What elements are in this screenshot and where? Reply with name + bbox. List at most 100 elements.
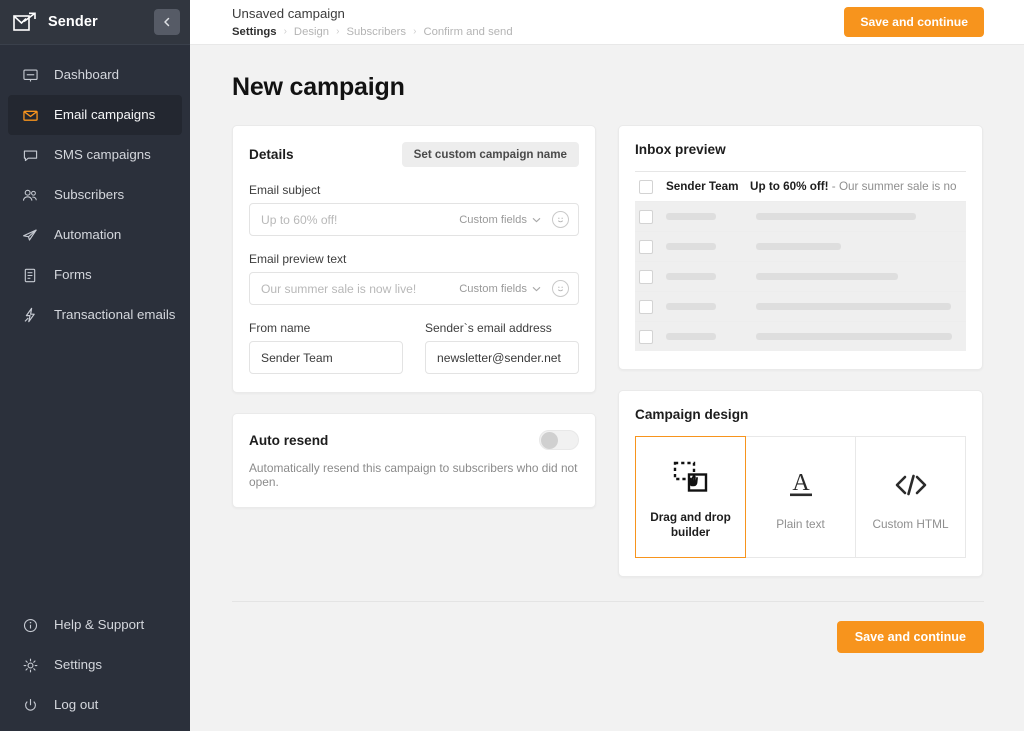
from-name-value: Sender Team bbox=[261, 351, 393, 365]
sender-email-address-input[interactable]: newsletter@sender.net bbox=[425, 341, 579, 374]
sidebar-item-sms-campaigns[interactable]: SMS campaigns bbox=[8, 135, 182, 175]
breadcrumb: Settings › Design › Subscribers › Confir… bbox=[232, 26, 513, 38]
chevron-left-icon bbox=[161, 16, 173, 28]
subject-custom-fields-dropdown[interactable]: Custom fields bbox=[459, 214, 541, 226]
sidebar-item-subscribers[interactable]: Subscribers bbox=[8, 175, 182, 215]
sender-email-address-value: newsletter@sender.net bbox=[437, 351, 569, 365]
skeleton-subject-bar bbox=[756, 303, 951, 310]
skeleton-subject-bar bbox=[756, 213, 916, 220]
right-column: Inbox preview Sender Team Up to 60% off!… bbox=[618, 125, 983, 577]
lightning-icon bbox=[20, 307, 40, 323]
save-and-continue-button-bottom[interactable]: Save and continue bbox=[837, 621, 984, 653]
power-icon bbox=[20, 698, 40, 713]
envelope-icon bbox=[20, 108, 40, 123]
design-option-label: Plain text bbox=[776, 517, 825, 532]
drag-drop-icon bbox=[672, 455, 710, 501]
campaign-design-options: Drag and drop builder A Plain text bbox=[635, 436, 966, 558]
breadcrumb-separator-icon: › bbox=[413, 26, 416, 37]
users-icon bbox=[20, 188, 40, 203]
sidebar-footer-nav: Help & Support Settings bbox=[0, 605, 190, 731]
email-subject-input[interactable]: Up to 60% off! Custom fields bbox=[249, 203, 579, 236]
details-card-header: Details Set custom campaign name bbox=[249, 142, 579, 167]
sidebar-item-email-campaigns[interactable]: Email campaigns bbox=[8, 95, 182, 135]
save-and-continue-button-top[interactable]: Save and continue bbox=[844, 7, 984, 37]
page-title: New campaign bbox=[232, 73, 984, 102]
form-icon bbox=[20, 268, 40, 283]
sidebar-item-log-out[interactable]: Log out bbox=[8, 685, 182, 725]
skeleton-subject-bar bbox=[756, 243, 841, 250]
auto-resend-header: Auto resend bbox=[249, 430, 579, 450]
underlined-a-icon: A bbox=[784, 462, 818, 508]
design-option-custom-html[interactable]: Custom HTML bbox=[856, 436, 966, 558]
auto-resend-title: Auto resend bbox=[249, 433, 328, 448]
breadcrumb-item-subscribers[interactable]: Subscribers bbox=[346, 26, 406, 38]
code-brackets-icon bbox=[892, 462, 930, 508]
auto-resend-card: Auto resend Automatically resend this ca… bbox=[232, 413, 596, 508]
set-custom-campaign-name-button[interactable]: Set custom campaign name bbox=[402, 142, 579, 167]
sidebar-item-help-support[interactable]: Help & Support bbox=[8, 605, 182, 645]
breadcrumb-separator-icon: › bbox=[284, 26, 287, 37]
row-checkbox[interactable] bbox=[639, 210, 653, 224]
row-checkbox[interactable] bbox=[639, 240, 653, 254]
sidebar-item-forms[interactable]: Forms bbox=[8, 255, 182, 295]
breadcrumb-item-confirm-and-send[interactable]: Confirm and send bbox=[423, 26, 512, 38]
sidebar-item-label: Log out bbox=[54, 698, 98, 711]
inbox-row-separator: - bbox=[829, 180, 839, 193]
app-root: Sender Dashboard bbox=[0, 0, 1024, 731]
row-checkbox[interactable] bbox=[639, 270, 653, 284]
subject-smiley-icon[interactable] bbox=[552, 211, 569, 228]
skeleton-subject-bar bbox=[756, 333, 952, 340]
auto-resend-toggle[interactable] bbox=[539, 430, 579, 450]
sidebar-item-label: Subscribers bbox=[54, 188, 124, 201]
sidebar-item-settings[interactable]: Settings bbox=[8, 645, 182, 685]
inbox-preview-card: Inbox preview Sender Team Up to 60% off!… bbox=[618, 125, 983, 370]
from-fields-row: From name Sender Team Sender`s email add… bbox=[249, 305, 579, 374]
sidebar-item-dashboard[interactable]: Dashboard bbox=[8, 55, 182, 95]
topbar-left: Unsaved campaign Settings › Design › Sub… bbox=[232, 6, 513, 38]
skeleton-name-bar bbox=[666, 273, 716, 280]
chevron-down-icon bbox=[532, 217, 541, 223]
row-checkbox[interactable] bbox=[639, 180, 653, 194]
inbox-skeleton-row bbox=[635, 261, 966, 291]
sidebar-collapse-button[interactable] bbox=[154, 9, 180, 35]
from-name-label: From name bbox=[249, 321, 403, 335]
design-option-label: Drag and drop builder bbox=[636, 510, 745, 539]
inbox-row-snippet: Our summer sale is now l… bbox=[839, 180, 956, 193]
design-option-drag-and-drop-builder[interactable]: Drag and drop builder bbox=[635, 436, 746, 558]
page-footer: Save and continue bbox=[232, 601, 984, 653]
inbox-row-from: Sender Team bbox=[666, 180, 750, 193]
custom-fields-label: Custom fields bbox=[459, 283, 527, 295]
inbox-preview-row: Sender Team Up to 60% off! - Our summer … bbox=[635, 171, 966, 201]
info-circle-icon bbox=[20, 618, 40, 633]
from-name-input[interactable]: Sender Team bbox=[249, 341, 403, 374]
preview-smiley-icon[interactable] bbox=[552, 280, 569, 297]
breadcrumb-item-design[interactable]: Design bbox=[294, 26, 329, 38]
inbox-row-subject: Up to 60% off! bbox=[750, 180, 829, 193]
inbox-row-subject-snippet: Up to 60% off! - Our summer sale is now … bbox=[750, 180, 956, 193]
left-column: Details Set custom campaign name Email s… bbox=[232, 125, 596, 508]
content-scroll-area: New campaign Details Set custom campaign… bbox=[190, 45, 1024, 731]
from-name-group: From name Sender Team bbox=[249, 305, 403, 374]
topbar: Unsaved campaign Settings › Design › Sub… bbox=[190, 0, 1024, 45]
design-option-plain-text[interactable]: A Plain text bbox=[746, 436, 856, 558]
sidebar: Sender Dashboard bbox=[0, 0, 190, 731]
skeleton-name-bar bbox=[666, 333, 716, 340]
sender-email-address-label: Sender`s email address bbox=[425, 321, 579, 335]
sidebar-item-label: Automation bbox=[54, 228, 121, 241]
row-checkbox[interactable] bbox=[639, 300, 653, 314]
breadcrumb-separator-icon: › bbox=[336, 26, 339, 37]
breadcrumb-item-settings[interactable]: Settings bbox=[232, 26, 277, 38]
sidebar-item-automation[interactable]: Automation bbox=[8, 215, 182, 255]
email-preview-text-input[interactable]: Our summer sale is now live! Custom fiel… bbox=[249, 272, 579, 305]
sidebar-item-label: Email campaigns bbox=[54, 108, 155, 121]
design-option-label: Custom HTML bbox=[872, 517, 948, 532]
sidebar-item-label: Help & Support bbox=[54, 618, 144, 631]
sidebar-item-transactional-emails[interactable]: Transactional emails bbox=[8, 295, 182, 335]
inbox-preview-list: Sender Team Up to 60% off! - Our summer … bbox=[635, 171, 966, 351]
main-area: Unsaved campaign Settings › Design › Sub… bbox=[190, 0, 1024, 731]
campaign-design-card: Campaign design Drag bbox=[618, 390, 983, 577]
inbox-skeleton-row bbox=[635, 201, 966, 231]
email-subject-label: Email subject bbox=[249, 183, 579, 197]
preview-custom-fields-dropdown[interactable]: Custom fields bbox=[459, 283, 541, 295]
row-checkbox[interactable] bbox=[639, 330, 653, 344]
